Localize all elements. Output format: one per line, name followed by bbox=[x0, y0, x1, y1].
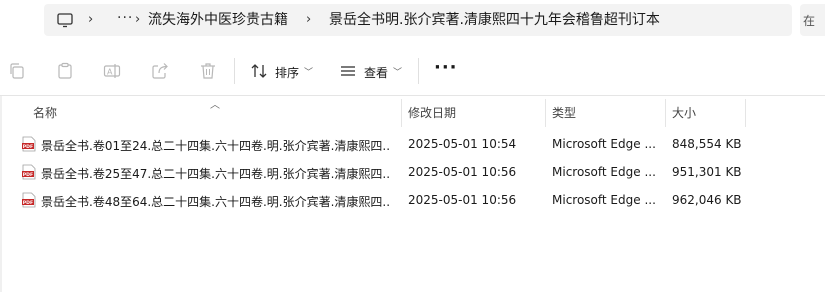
pdf-file-icon: PDF bbox=[22, 164, 36, 180]
column-divider[interactable] bbox=[745, 99, 746, 127]
search-placeholder: 在 bbox=[803, 14, 816, 28]
svg-text:PDF: PDF bbox=[23, 144, 33, 150]
sort-ascending-icon: ︿ bbox=[210, 100, 220, 111]
file-size: 951,301 KB bbox=[672, 165, 742, 179]
column-divider[interactable] bbox=[401, 99, 402, 127]
column-header-type[interactable]: 类型 bbox=[552, 104, 576, 122]
view-button[interactable]: 查看 bbox=[364, 64, 388, 81]
pdf-file-icon: PDF bbox=[22, 192, 36, 208]
column-header-modified[interactable]: 修改日期 bbox=[408, 104, 456, 122]
svg-text:PDF: PDF bbox=[23, 200, 33, 206]
toolbar-divider bbox=[418, 58, 419, 84]
file-type: Microsoft Edge ... bbox=[552, 165, 656, 179]
svg-text:PDF: PDF bbox=[23, 172, 33, 178]
chevron-down-icon[interactable]: ﹀ bbox=[304, 65, 313, 78]
breadcrumb-overflow-button[interactable]: ··· bbox=[117, 10, 133, 26]
command-bar: A 排序 ﹀ 查看 ﹀ ··· bbox=[0, 44, 825, 96]
file-modified: 2025-05-01 10:54 bbox=[408, 137, 517, 151]
copy-icon[interactable] bbox=[8, 62, 26, 80]
toolbar-divider bbox=[234, 58, 235, 84]
file-name[interactable]: 景岳全书.卷25至47.总二十四集.六十四卷.明.张介宾著.清康熙四... bbox=[41, 165, 391, 182]
rename-icon[interactable]: A bbox=[103, 62, 121, 80]
pdf-file-icon: PDF bbox=[22, 136, 36, 152]
address-row: › ··· › 流失海外中医珍贵古籍 › 景岳全书明.张介宾著.清康熙四十九年会… bbox=[0, 0, 825, 44]
file-row[interactable]: PDF 景岳全书.卷01至24.总二十四集.六十四卷.明.张介宾著.清康熙四..… bbox=[0, 130, 825, 158]
this-pc-icon[interactable] bbox=[56, 11, 74, 29]
file-row[interactable]: PDF 景岳全书.卷25至47.总二十四集.六十四卷.明.张介宾著.清康熙四..… bbox=[0, 158, 825, 186]
file-name[interactable]: 景岳全书.卷01至24.总二十四集.六十四卷.明.张介宾著.清康熙四... bbox=[41, 137, 391, 154]
svg-text:A: A bbox=[107, 68, 113, 77]
file-modified: 2025-05-01 10:56 bbox=[408, 165, 517, 179]
file-modified: 2025-05-01 10:56 bbox=[408, 193, 517, 207]
sort-button[interactable]: 排序 bbox=[275, 64, 299, 81]
file-type: Microsoft Edge ... bbox=[552, 137, 656, 151]
chevron-right-icon[interactable]: › bbox=[135, 12, 140, 28]
delete-icon[interactable] bbox=[199, 62, 217, 80]
column-divider[interactable] bbox=[545, 99, 546, 127]
file-type: Microsoft Edge ... bbox=[552, 193, 656, 207]
file-size: 848,554 KB bbox=[672, 137, 742, 151]
breadcrumb-item-current[interactable]: 景岳全书明.张介宾著.清康熙四十九年会稽鲁超刊订本 bbox=[329, 12, 660, 29]
file-size: 962,046 KB bbox=[672, 193, 742, 207]
more-options-button[interactable]: ··· bbox=[434, 57, 458, 78]
address-bar[interactable]: › ··· › 流失海外中医珍贵古籍 › 景岳全书明.张介宾著.清康熙四十九年会… bbox=[44, 4, 792, 36]
paste-icon[interactable] bbox=[56, 62, 74, 80]
column-header-size[interactable]: 大小 bbox=[672, 104, 696, 122]
chevron-down-icon[interactable]: ﹀ bbox=[393, 65, 402, 78]
sort-icon[interactable] bbox=[250, 62, 268, 80]
chevron-right-icon[interactable]: › bbox=[88, 12, 93, 28]
file-name[interactable]: 景岳全书.卷48至64.总二十四集.六十四卷.明.张介宾著.清康熙四... bbox=[41, 193, 391, 210]
file-row[interactable]: PDF 景岳全书.卷48至64.总二十四集.六十四卷.明.张介宾著.清康熙四..… bbox=[0, 186, 825, 214]
column-header-name[interactable]: 名称 bbox=[33, 104, 57, 122]
view-icon[interactable] bbox=[339, 62, 357, 80]
chevron-right-icon[interactable]: › bbox=[306, 12, 311, 28]
share-icon[interactable] bbox=[151, 62, 169, 80]
column-divider[interactable] bbox=[665, 99, 666, 127]
breadcrumb-item[interactable]: 流失海外中医珍贵古籍 bbox=[148, 12, 288, 29]
